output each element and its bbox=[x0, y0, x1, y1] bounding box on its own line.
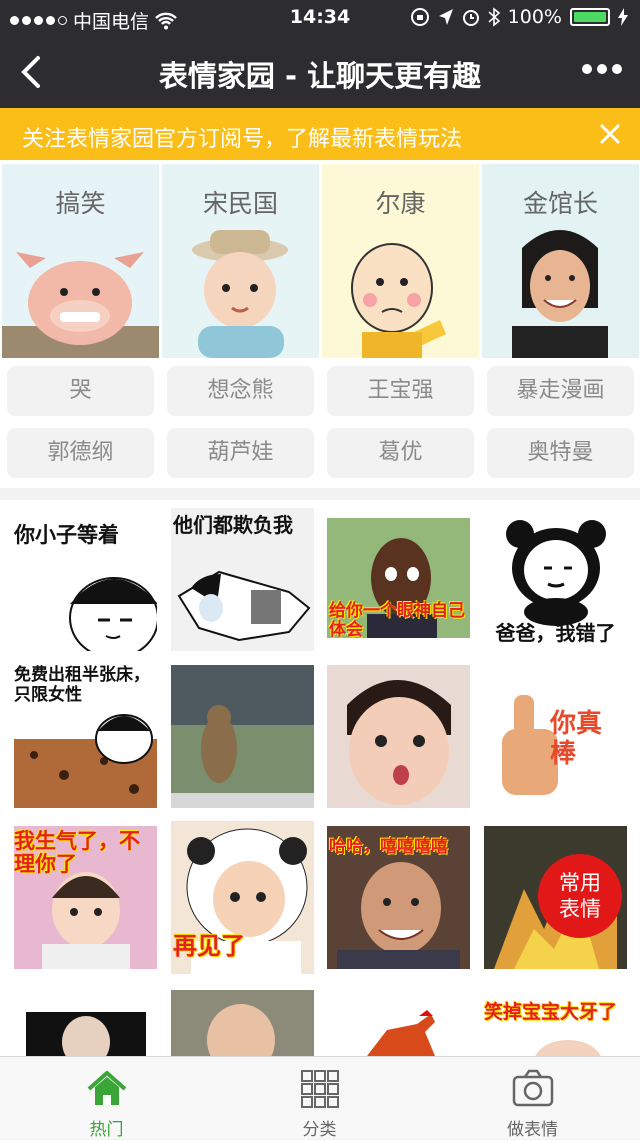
sticker-image bbox=[177, 570, 311, 642]
tab-hot[interactable]: 热门 bbox=[0, 1057, 213, 1140]
tag-button[interactable]: 想念熊 bbox=[167, 366, 314, 416]
sticker-item[interactable]: 爸爸，我错了 bbox=[484, 508, 627, 651]
sticker-item[interactable] bbox=[171, 990, 314, 1056]
sticker-image bbox=[171, 665, 314, 808]
sticker-image bbox=[347, 680, 451, 805]
sticker-item[interactable] bbox=[171, 665, 314, 808]
sticker-item[interactable] bbox=[26, 1012, 146, 1056]
status-bar: 中国电信 14:34 100% bbox=[0, 0, 640, 36]
page-title: 表情家园 - 让聊天更有趣 bbox=[158, 59, 482, 93]
notice-banner[interactable]: 关注表情家园官方订阅号，了解最新表情玩法 bbox=[0, 108, 640, 160]
nav-bar: 表情家园 - 让聊天更有趣 bbox=[0, 36, 640, 108]
sticker-image bbox=[535, 1040, 601, 1056]
category-card[interactable]: 尔康 bbox=[322, 164, 479, 358]
sticker-caption: 再见了 bbox=[173, 932, 245, 960]
orientation-lock-icon bbox=[410, 8, 429, 26]
sticker-caption: 爸爸，我错了 bbox=[495, 621, 616, 645]
category-cards: 搞笑 宋民国 尔康 金馆长 bbox=[0, 160, 640, 358]
sticker-item[interactable]: 再见了 bbox=[171, 821, 314, 974]
tab-category[interactable]: 分类 bbox=[213, 1057, 426, 1140]
more-icon[interactable] bbox=[582, 64, 622, 74]
sticker-image bbox=[69, 577, 157, 651]
sticker-caption: 我生气了，不理你了 bbox=[14, 829, 140, 876]
tab-label: 热门 bbox=[89, 1120, 124, 1140]
sticker-caption: 给你一个眼神自己体会 bbox=[329, 601, 465, 639]
battery-icon bbox=[570, 8, 610, 26]
sticker-item[interactable] bbox=[327, 665, 470, 808]
tag-button[interactable]: 暴走漫画 bbox=[487, 366, 634, 416]
bluetooth-icon bbox=[488, 7, 500, 27]
alarm-icon bbox=[462, 10, 479, 26]
tag-button[interactable]: 哭 bbox=[7, 366, 154, 416]
person-photo bbox=[512, 230, 608, 358]
tag-button[interactable]: 郭德纲 bbox=[7, 428, 154, 478]
pig-image bbox=[2, 252, 159, 358]
category-card[interactable]: 搞笑 bbox=[2, 164, 159, 358]
sticker-image bbox=[367, 1010, 435, 1056]
location-icon bbox=[438, 9, 453, 25]
battery-percent: 100% bbox=[507, 6, 562, 28]
category-card[interactable]: 金馆长 bbox=[482, 164, 639, 358]
tag-list: 哭 想念熊 王宝强 暴走漫画 郭德纲 葫芦娃 葛优 奥特曼 bbox=[0, 358, 640, 488]
tab-label: 分类 bbox=[302, 1120, 337, 1140]
tab-label: 做表情 bbox=[507, 1120, 558, 1140]
tag-button[interactable]: 王宝强 bbox=[327, 366, 474, 416]
sticker-item[interactable]: 免费出租半张床，只限女性 bbox=[14, 665, 157, 808]
tab-make-sticker[interactable]: 做表情 bbox=[426, 1057, 639, 1140]
sticker-caption: 你真棒 bbox=[550, 709, 603, 769]
sticker-item[interactable]: 我生气了，不理你了 bbox=[14, 826, 157, 969]
child-photo bbox=[192, 230, 288, 358]
charging-icon bbox=[618, 8, 628, 26]
close-icon[interactable] bbox=[596, 120, 624, 148]
tag-button[interactable]: 葫芦娃 bbox=[167, 428, 314, 478]
sticker-grid: 你小子等着 他们都欺负我 给你一个眼神自己体会 爸爸，我错了 免费出租半张床，只… bbox=[0, 500, 640, 1056]
fab-line2: 表情 bbox=[559, 897, 601, 921]
sticker-item[interactable]: 给你一个眼神自己体会 bbox=[327, 518, 470, 638]
sticker-image bbox=[62, 1016, 110, 1056]
fab-line1: 常用 bbox=[559, 871, 601, 895]
sticker-item[interactable]: 笑掉宝宝大牙了 bbox=[484, 1000, 627, 1056]
home-icon bbox=[87, 1071, 127, 1105]
camera-icon bbox=[512, 1069, 554, 1107]
notice-text: 关注表情家园官方订阅号，了解最新表情玩法 bbox=[22, 127, 463, 152]
tag-button[interactable]: 奥特曼 bbox=[487, 428, 634, 478]
sticker-item[interactable]: 他们都欺负我 bbox=[171, 508, 314, 651]
sticker-item[interactable]: 你真棒 bbox=[484, 665, 627, 808]
favorite-stickers-button[interactable]: 常用 表情 bbox=[538, 854, 622, 938]
sticker-image bbox=[207, 1004, 275, 1056]
cartoon-image bbox=[351, 243, 446, 358]
tag-button[interactable]: 葛优 bbox=[327, 428, 474, 478]
category-card[interactable]: 宋民国 bbox=[162, 164, 319, 358]
sticker-item[interactable] bbox=[327, 1010, 470, 1056]
sticker-item[interactable]: 你小子等着 bbox=[14, 508, 157, 651]
tab-bar: 热门 分类 做表情 bbox=[0, 1056, 640, 1140]
sticker-image bbox=[14, 714, 157, 808]
sticker-item[interactable]: 哈哈，嘻嘻嘻嘻 bbox=[327, 826, 470, 969]
grid-icon bbox=[301, 1070, 339, 1108]
sticker-caption: 哈哈，嘻嘻嘻嘻 bbox=[329, 837, 448, 857]
